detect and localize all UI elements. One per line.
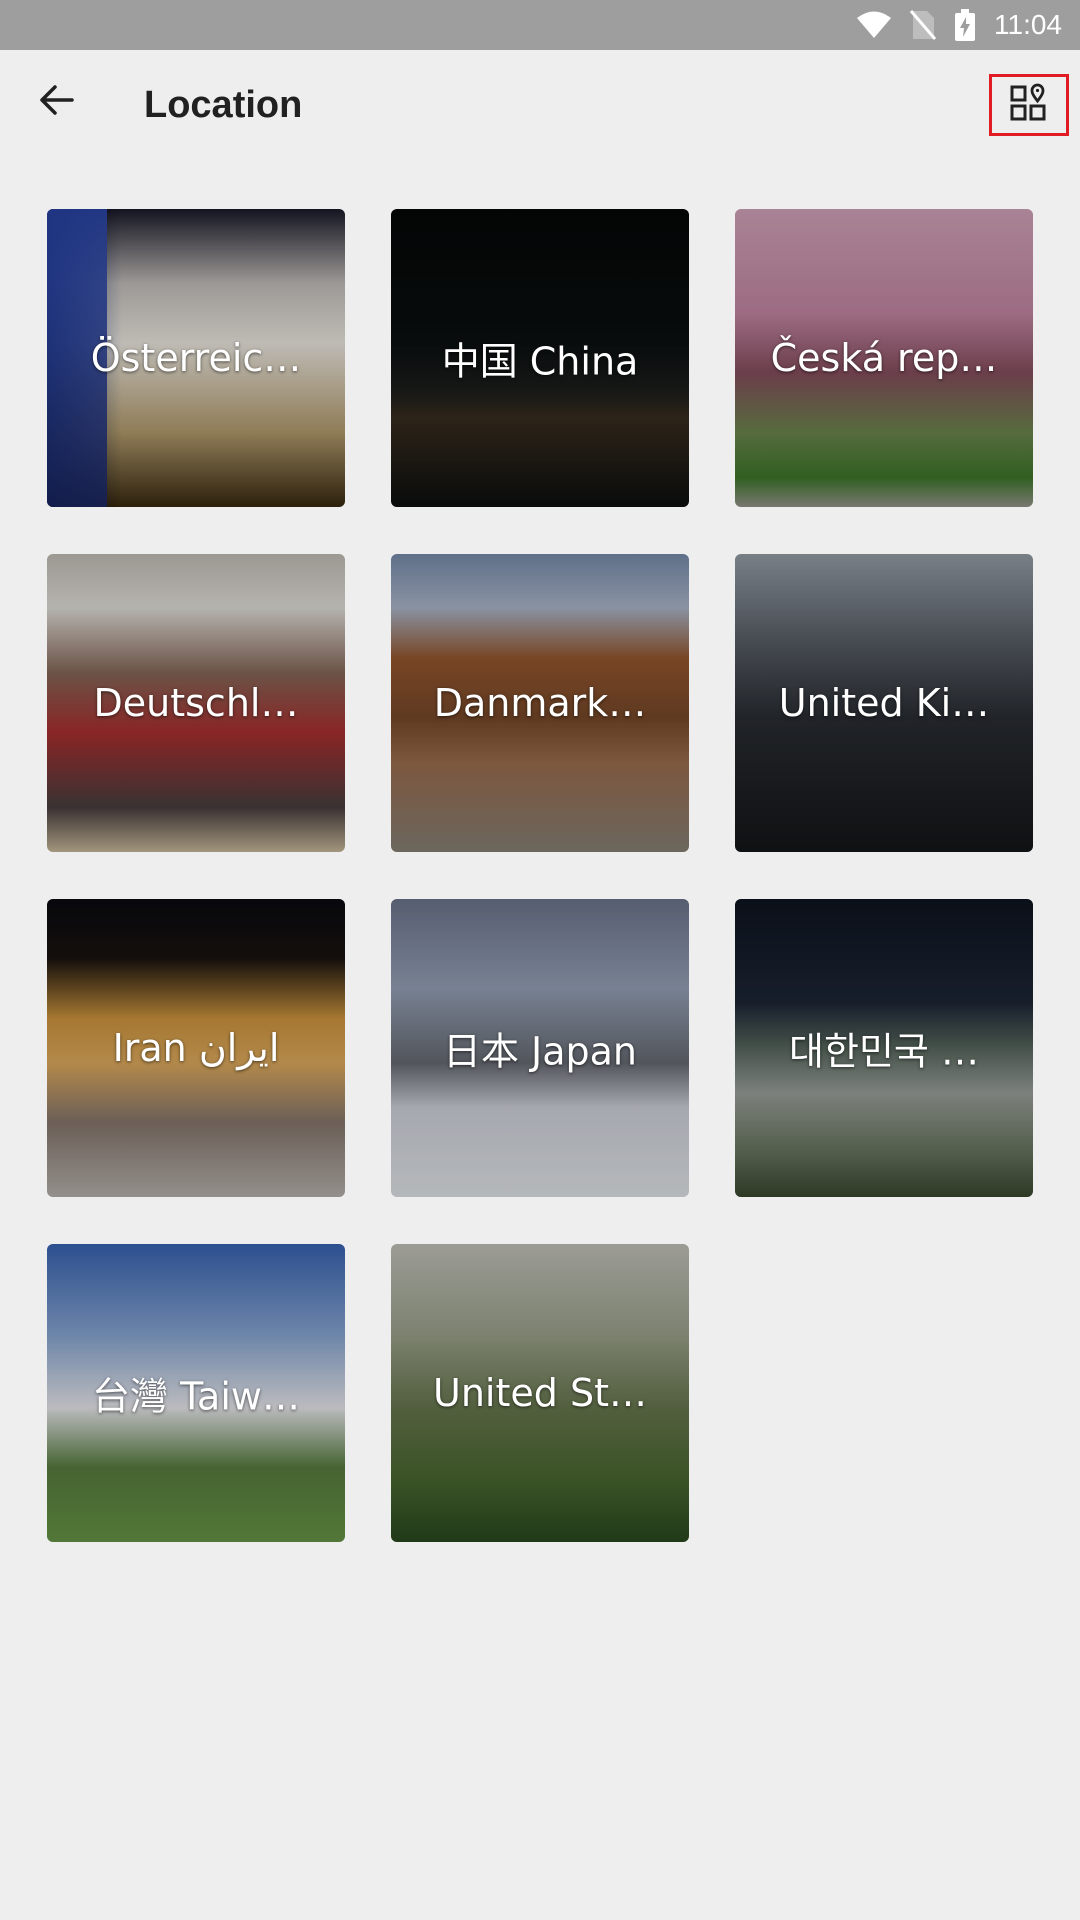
location-label: Danmark… [433,681,647,725]
location-tile[interactable]: United St… [391,1244,689,1542]
location-label: 대한민국 … [789,1029,979,1074]
no-sim-icon [910,10,936,40]
location-grid: Österreic… 中国 China Česká rep… Deutschl…… [47,209,1033,1542]
location-label: Iran ایران [112,1026,280,1070]
location-tile[interactable]: Deutschl… [47,554,345,852]
location-tile[interactable]: Česká rep… [735,209,1033,507]
wifi-icon [856,11,892,39]
status-time: 11:04 [994,9,1062,40]
location-tile[interactable]: United Ki… [735,554,1033,852]
app-bar: Location [0,50,1080,166]
location-tile[interactable]: 日本 Japan [391,899,689,1197]
arrow-back-icon [38,84,74,121]
page-title: Location [144,84,303,126]
location-label: 日本 Japan [442,1029,638,1074]
location-label: Österreic… [90,336,302,380]
back-button[interactable] [28,74,84,130]
battery-charging-icon [954,9,976,41]
grid-pin-icon [1010,83,1048,128]
location-tile[interactable]: Österreic… [47,209,345,507]
location-label: United St… [433,1371,647,1415]
location-tile[interactable]: 대한민국 … [735,899,1033,1197]
status-bar: 11:04 [0,0,1080,50]
location-label: Česká rep… [770,336,998,380]
location-label: Deutschl… [93,681,299,725]
location-label: 台灣 Taiw… [92,1374,300,1419]
location-tile[interactable]: Danmark… [391,554,689,852]
location-tile[interactable]: 中国 China [391,209,689,507]
location-label: United Ki… [778,681,990,725]
layout-toggle-button[interactable] [989,74,1069,136]
location-tile[interactable]: 台灣 Taiw… [47,1244,345,1542]
location-label: 中国 China [441,339,639,384]
location-tile[interactable]: Iran ایران [47,899,345,1197]
